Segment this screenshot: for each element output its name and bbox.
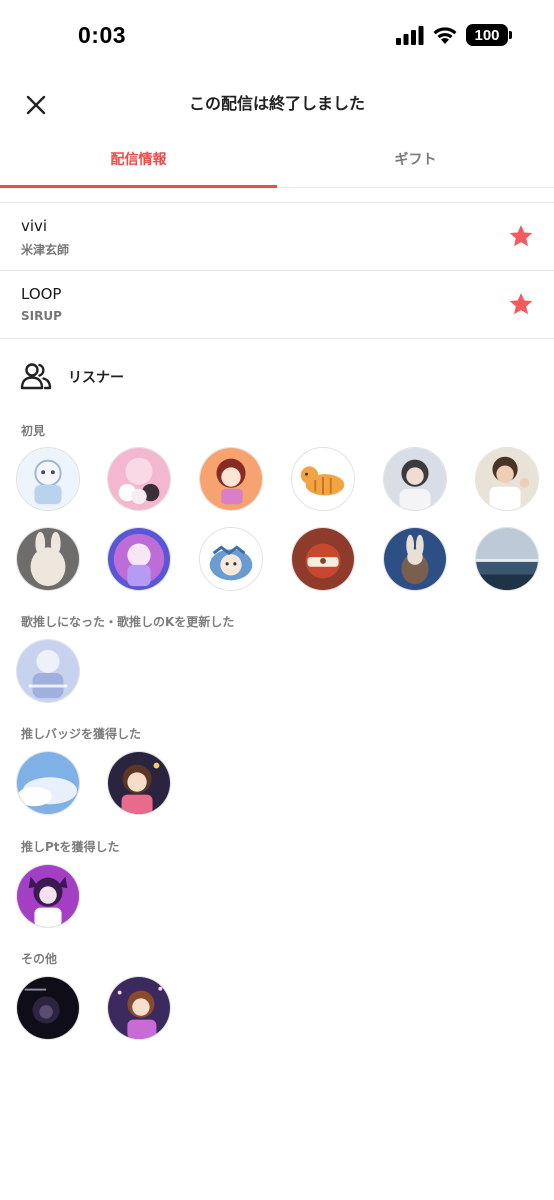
avatar[interactable] [107,751,171,815]
group-label-other: その他 [21,952,58,966]
status-time: 0:03 [78,22,127,48]
star-icon[interactable] [508,291,534,317]
section-divider [0,189,554,203]
song-artist: 米津玄師 [21,243,70,257]
group-label-song-fan: 歌推しになった・歌推しのKを更新した [21,615,235,629]
avatar[interactable] [16,527,80,591]
battery-icon: 100 [466,24,512,46]
group-label-points: 推しPtを獲得した [21,840,120,854]
status-bar: 0:03 100 [0,0,554,74]
song-title: LOOP [21,285,62,303]
tab-gift[interactable]: ギフト [277,130,554,187]
avatar[interactable] [16,864,80,928]
avatar[interactable] [199,527,263,591]
song-title: vivi [21,217,48,235]
header: この配信は終了しました [0,74,554,130]
avatar[interactable] [16,639,80,703]
avatar[interactable] [107,447,171,511]
avatar[interactable] [16,751,80,815]
avatar[interactable] [475,527,539,591]
star-icon[interactable] [508,223,534,249]
song-row[interactable]: vivi 米津玄師 [0,203,554,271]
tab-bar: 配信情報 ギフト [0,130,554,188]
avatar[interactable] [475,447,539,511]
listener-title: リスナー [68,370,124,386]
song-row[interactable]: LOOP SIRUP [0,271,554,339]
avatar[interactable] [107,976,171,1040]
group-label-first-time: 初見 [21,424,46,438]
avatar[interactable] [291,447,355,511]
avatar[interactable] [107,527,171,591]
status-icons: 100 [396,24,512,46]
page-title: この配信は終了しました [188,94,365,113]
group-label-badge: 推しバッジを獲得した [21,727,142,741]
tab-stream-info[interactable]: 配信情報 [0,130,277,188]
avatar[interactable] [16,976,80,1040]
battery-level: 100 [474,26,500,44]
avatar[interactable] [199,447,263,511]
cellular-signal-icon [396,26,424,45]
listener-header: リスナー [0,358,554,394]
avatar[interactable] [16,447,80,511]
avatar[interactable] [291,527,355,591]
wifi-icon [433,27,457,44]
song-artist: SIRUP [21,309,62,323]
avatar[interactable] [383,527,447,591]
people-icon [20,363,52,390]
avatar[interactable] [383,447,447,511]
